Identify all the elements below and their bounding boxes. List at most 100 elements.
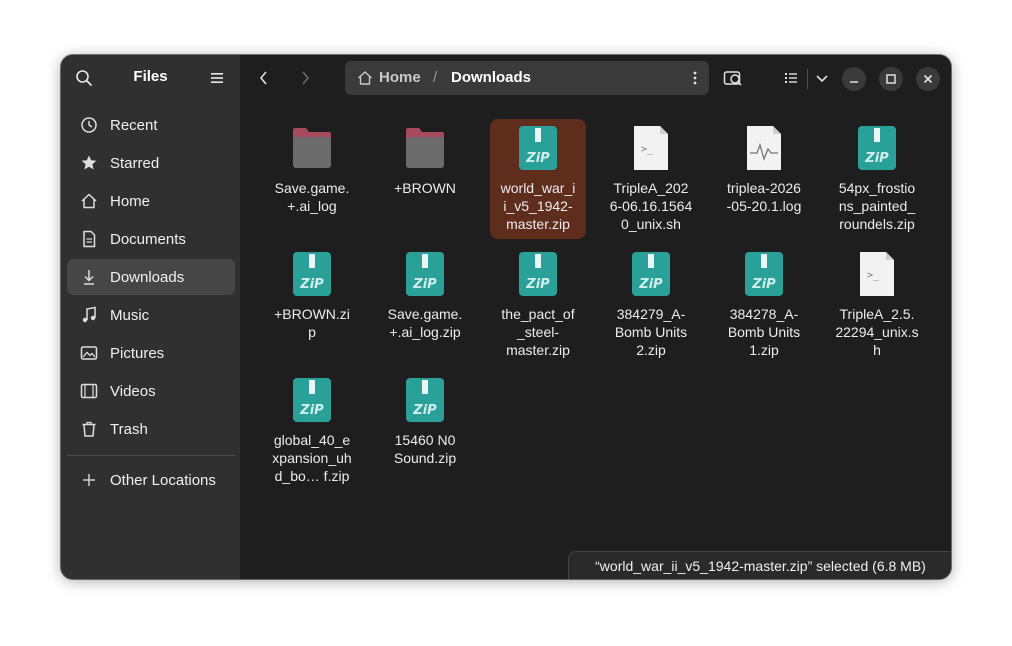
sidebar-item-label: Recent: [110, 116, 158, 134]
sidebar-item-home[interactable]: Home: [67, 183, 235, 219]
file-item-zip[interactable]: ZiP the_pact_of _steel- master.zip: [490, 245, 586, 365]
svg-text:ZiP: ZiP: [299, 403, 324, 418]
back-icon[interactable]: [252, 66, 276, 90]
svg-text:ZiP: ZiP: [638, 277, 663, 292]
clock-icon: [81, 117, 97, 133]
svg-text:ZiP: ZiP: [525, 277, 550, 292]
file-item-folder[interactable]: +BROWN: [377, 119, 473, 239]
script-file-icon: >_: [860, 252, 894, 296]
search-folder-icon[interactable]: [721, 66, 745, 90]
file-name: 54px_frostio ns_painted_ roundels.zip: [838, 180, 916, 232]
sidebar-item-label: Documents: [110, 230, 186, 248]
file-name: 384279_A- Bomb Units 2.zip: [614, 306, 688, 358]
plus-icon: [83, 474, 95, 486]
sidebar-item-label: Downloads: [110, 268, 185, 286]
close-icon: [923, 74, 933, 84]
zip-archive-icon: ZiP: [293, 252, 331, 296]
svg-text:ZiP: ZiP: [299, 277, 324, 292]
video-icon: [80, 383, 98, 399]
file-item-script[interactable]: >_ TripleA_2.5. 22294_unix.s h: [829, 245, 925, 365]
breadcrumb-separator: /: [433, 69, 438, 86]
sidebar-item-other-locations[interactable]: Other Locations: [67, 462, 235, 498]
hamburger-menu-icon[interactable]: [209, 70, 225, 86]
download-icon: [84, 270, 94, 285]
file-item-zip[interactable]: ZiP +BROWN.zi p: [264, 245, 360, 365]
home-icon: [81, 193, 97, 209]
svg-text:>_: >_: [641, 144, 654, 155]
star-icon: [81, 155, 97, 170]
file-name: Save.game. +.ai_log.zip: [387, 306, 463, 340]
chevron-down-icon[interactable]: [810, 66, 834, 90]
file-item-zip-selected[interactable]: ZiP world_war_i i_v5_1942- master.zip: [490, 119, 586, 239]
file-grid: Save.game. +.ai_log +BROWN ZiP world_war…: [240, 101, 951, 579]
trash-icon: [82, 421, 96, 437]
sidebar-header: Files: [61, 55, 240, 101]
file-name: +BROWN.zi p: [274, 306, 350, 340]
file-name: world_war_i i_v5_1942- master.zip: [500, 180, 576, 232]
file-name: TripleA_2.5. 22294_unix.s h: [835, 306, 919, 358]
file-name: TripleA_202 6-06.16.1564 0_unix.sh: [609, 180, 693, 232]
file-name: 15460 N0 Sound.zip: [393, 432, 457, 466]
forward-icon[interactable]: [293, 66, 317, 90]
svg-text:ZiP: ZiP: [412, 277, 437, 292]
sidebar-item-label: Trash: [110, 420, 148, 438]
header-bar: Home / Downloads: [240, 55, 951, 101]
close-button[interactable]: [916, 67, 940, 91]
picture-icon: [80, 346, 98, 360]
file-item-zip[interactable]: ZiP Save.game. +.ai_log.zip: [377, 245, 473, 365]
file-item-script[interactable]: >_ TripleA_202 6-06.16.1564 0_unix.sh: [603, 119, 699, 239]
zip-archive-icon: ZiP: [293, 378, 331, 422]
more-options-icon[interactable]: [687, 70, 703, 86]
sidebar-item-label: Starred: [110, 154, 160, 172]
sidebar-item-label: Videos: [110, 382, 156, 400]
folder-icon: [293, 128, 331, 168]
sidebar-item-pictures[interactable]: Pictures: [67, 335, 235, 371]
minimize-icon: [850, 81, 858, 83]
svg-text:>_: >_: [867, 270, 880, 281]
folder-icon: [406, 128, 444, 168]
view-divider: [807, 69, 808, 89]
zip-archive-icon: ZiP: [632, 252, 670, 296]
sidebar-item-videos[interactable]: Videos: [67, 373, 235, 409]
file-item-folder[interactable]: Save.game. +.ai_log: [264, 119, 360, 239]
maximize-button[interactable]: [879, 67, 903, 91]
document-icon: [83, 230, 96, 248]
breadcrumb-current[interactable]: Downloads: [451, 69, 531, 86]
zip-archive-icon: ZiP: [519, 126, 557, 170]
zip-archive-icon: ZiP: [406, 252, 444, 296]
file-name: +BROWN: [394, 180, 456, 196]
files-window: Files Recent Starred Home Documents Down…: [61, 55, 951, 579]
pathbar: Home / Downloads: [345, 61, 709, 95]
breadcrumb-home[interactable]: Home: [379, 69, 421, 86]
status-overlay: “world_war_ii_v5_1942-master.zip” select…: [568, 551, 951, 579]
zip-archive-icon: ZiP: [519, 252, 557, 296]
file-name: Save.game. +.ai_log: [274, 180, 350, 214]
minimize-button[interactable]: [842, 67, 866, 91]
list-view-icon[interactable]: [779, 66, 803, 90]
file-item-zip[interactable]: ZiP 384279_A- Bomb Units 2.zip: [603, 245, 699, 365]
file-item-log[interactable]: triplea-2026 -05-20.1.log: [716, 119, 812, 239]
sidebar-item-documents[interactable]: Documents: [67, 221, 235, 257]
sidebar-item-music[interactable]: Music: [67, 297, 235, 333]
file-item-zip[interactable]: ZiP global_40_e xpansion_uh d_bo… f.zip: [264, 371, 360, 491]
maximize-icon: [886, 74, 896, 84]
svg-text:ZiP: ZiP: [751, 277, 776, 292]
zip-archive-icon: ZiP: [858, 126, 896, 170]
sidebar-item-label: Music: [110, 306, 150, 324]
log-file-icon: [747, 126, 781, 170]
zip-archive-icon: ZiP: [745, 252, 783, 296]
sidebar-item-trash[interactable]: Trash: [67, 411, 235, 447]
svg-text:ZiP: ZiP: [412, 403, 437, 418]
file-name: triplea-2026 -05-20.1.log: [726, 180, 802, 214]
file-item-zip[interactable]: ZiP 15460 N0 Sound.zip: [377, 371, 473, 491]
sidebar-divider: [67, 455, 235, 456]
sidebar-item-starred[interactable]: Starred: [67, 145, 235, 181]
zip-archive-icon: ZiP: [406, 378, 444, 422]
music-icon: [82, 306, 96, 323]
sidebar-item-recent[interactable]: Recent: [67, 107, 235, 143]
sidebar-item-label: Pictures: [110, 344, 165, 362]
svg-text:ZiP: ZiP: [525, 151, 550, 166]
file-item-zip[interactable]: ZiP 54px_frostio ns_painted_ roundels.zi…: [829, 119, 925, 239]
sidebar-item-downloads[interactable]: Downloads: [67, 259, 235, 295]
file-item-zip[interactable]: ZiP 384278_A- Bomb Units 1.zip: [716, 245, 812, 365]
